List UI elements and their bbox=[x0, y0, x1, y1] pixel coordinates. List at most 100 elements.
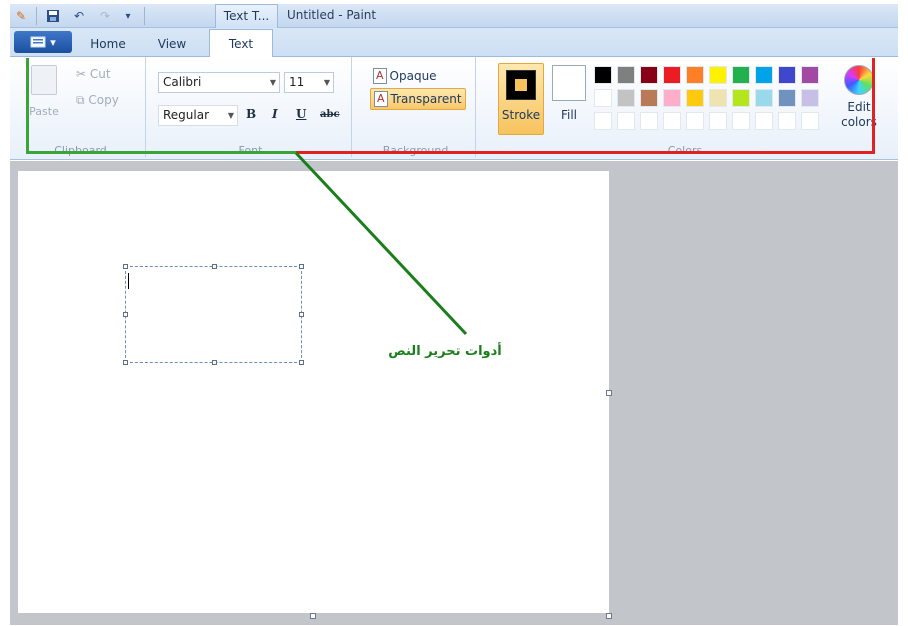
opaque-icon: A bbox=[373, 68, 387, 84]
annotation-bracket-bottom-left bbox=[26, 151, 296, 154]
color-swatch[interactable] bbox=[755, 89, 773, 107]
color-swatch[interactable] bbox=[801, 89, 819, 107]
copy-label: Copy bbox=[88, 93, 119, 107]
edit-colors-label: Edit colors bbox=[841, 100, 877, 129]
resize-handle[interactable] bbox=[299, 264, 304, 269]
bold-button[interactable]: B bbox=[246, 107, 256, 121]
opaque-button[interactable]: A Opaque bbox=[370, 65, 440, 87]
resize-handle[interactable] bbox=[123, 264, 128, 269]
ribbon-tab-row: ▾ Home View Text bbox=[10, 28, 898, 58]
resize-handle[interactable] bbox=[299, 360, 304, 365]
canvas-resize-handle[interactable] bbox=[606, 613, 612, 619]
scissors-icon: ✂ bbox=[76, 67, 87, 81]
chevron-down-icon: ▼ bbox=[323, 78, 330, 87]
redo-icon[interactable]: ↷ bbox=[96, 8, 114, 24]
canvas-resize-handle[interactable] bbox=[310, 613, 316, 619]
color-swatch[interactable] bbox=[755, 66, 773, 84]
color-swatch[interactable] bbox=[755, 112, 773, 130]
resize-handle[interactable] bbox=[212, 264, 217, 269]
annotation-bracket-right bbox=[872, 58, 875, 154]
color-swatch[interactable] bbox=[778, 66, 796, 84]
chevron-down-icon: ▾ bbox=[50, 35, 56, 49]
color-swatch[interactable] bbox=[801, 66, 819, 84]
stroke-swatch bbox=[506, 70, 536, 100]
clipboard-group: Paste ✂ Cut ⧉ Copy Clipboard bbox=[16, 57, 146, 157]
fill-color-button[interactable]: Fill bbox=[550, 65, 588, 131]
resize-handle[interactable] bbox=[123, 312, 128, 317]
copy-button[interactable]: ⧉ Copy bbox=[76, 93, 119, 108]
stroke-color-button[interactable]: Stroke bbox=[498, 63, 544, 135]
customize-quick-access-icon[interactable]: ▾ bbox=[120, 8, 136, 24]
color-swatch[interactable] bbox=[617, 89, 635, 107]
color-swatch[interactable] bbox=[594, 89, 612, 107]
color-wheel-icon bbox=[844, 65, 874, 95]
color-swatch[interactable] bbox=[709, 66, 727, 84]
tab-home[interactable]: Home bbox=[80, 32, 136, 57]
strikethrough-button[interactable]: abc bbox=[320, 109, 340, 120]
edit-colors-button[interactable]: Edit colors bbox=[834, 65, 884, 130]
color-swatch[interactable] bbox=[686, 89, 704, 107]
font-group: Calibri ▼ 11 ▼ Regular ▼ B I U abc Font bbox=[150, 57, 352, 157]
color-swatch[interactable] bbox=[778, 89, 796, 107]
transparent-icon: A bbox=[374, 91, 388, 107]
annotation-label: أدوات تحرير النص bbox=[388, 344, 502, 359]
tab-text[interactable]: Text bbox=[209, 29, 273, 58]
resize-handle[interactable] bbox=[123, 360, 128, 365]
color-swatch[interactable] bbox=[709, 112, 727, 130]
resize-handle[interactable] bbox=[212, 360, 217, 365]
color-swatch[interactable] bbox=[617, 112, 635, 130]
color-swatch[interactable] bbox=[594, 66, 612, 84]
color-swatch[interactable] bbox=[640, 112, 658, 130]
color-swatch[interactable] bbox=[686, 66, 704, 84]
tab-view[interactable]: View bbox=[144, 32, 200, 57]
undo-icon[interactable]: ↶ bbox=[70, 8, 88, 24]
font-style-value: Regular bbox=[163, 108, 210, 122]
cut-label: Cut bbox=[89, 67, 111, 81]
paint-app-icon[interactable]: ✎ bbox=[12, 8, 30, 24]
title-bar: ✎ ↶ ↷ ▾ Text T... Untitled - Paint bbox=[10, 4, 898, 28]
save-icon[interactable] bbox=[44, 8, 62, 24]
application-menu-button[interactable]: ▾ bbox=[14, 31, 72, 53]
color-swatch[interactable] bbox=[686, 112, 704, 130]
canvas-resize-handle[interactable] bbox=[606, 390, 612, 396]
color-swatch[interactable] bbox=[663, 66, 681, 84]
text-cursor bbox=[128, 273, 129, 289]
font-style-dropdown[interactable]: Regular ▼ bbox=[158, 105, 238, 126]
paste-button[interactable]: Paste bbox=[24, 65, 64, 125]
italic-button[interactable]: I bbox=[272, 107, 278, 121]
stroke-label: Stroke bbox=[501, 108, 541, 122]
color-swatch[interactable] bbox=[732, 89, 750, 107]
color-swatch[interactable] bbox=[732, 66, 750, 84]
resize-handle[interactable] bbox=[299, 312, 304, 317]
color-swatch[interactable] bbox=[594, 112, 612, 130]
font-family-dropdown[interactable]: Calibri ▼ bbox=[158, 72, 280, 93]
canvas-workspace bbox=[10, 161, 898, 625]
color-swatch[interactable] bbox=[617, 66, 635, 84]
chevron-down-icon: ▼ bbox=[269, 78, 276, 87]
cut-button[interactable]: ✂ Cut bbox=[76, 67, 111, 81]
font-size-value: 11 bbox=[289, 75, 305, 89]
chevron-down-icon: ▼ bbox=[227, 111, 234, 120]
underline-button[interactable]: U bbox=[296, 107, 306, 121]
copy-icon: ⧉ bbox=[76, 93, 85, 107]
app-menu-icon bbox=[30, 36, 46, 48]
color-swatch[interactable] bbox=[663, 89, 681, 107]
color-swatch[interactable] bbox=[778, 112, 796, 130]
color-swatch[interactable] bbox=[640, 89, 658, 107]
font-size-dropdown[interactable]: 11 ▼ bbox=[284, 72, 334, 93]
quick-access-separator bbox=[144, 7, 145, 25]
text-box[interactable] bbox=[123, 264, 304, 365]
clipboard-icon bbox=[31, 65, 57, 95]
color-swatch[interactable] bbox=[732, 112, 750, 130]
color-swatch[interactable] bbox=[663, 112, 681, 130]
color-swatch[interactable] bbox=[801, 112, 819, 130]
annotation-bracket-bottom-right bbox=[296, 151, 875, 154]
drawing-canvas[interactable] bbox=[18, 171, 609, 613]
window-title: Untitled - Paint bbox=[287, 8, 377, 22]
transparent-button[interactable]: A Transparent bbox=[370, 88, 466, 110]
color-swatch[interactable] bbox=[640, 66, 658, 84]
paste-label: Paste bbox=[29, 105, 59, 118]
color-palette bbox=[594, 66, 819, 130]
annotation-bracket-left bbox=[26, 58, 29, 154]
color-swatch[interactable] bbox=[709, 89, 727, 107]
